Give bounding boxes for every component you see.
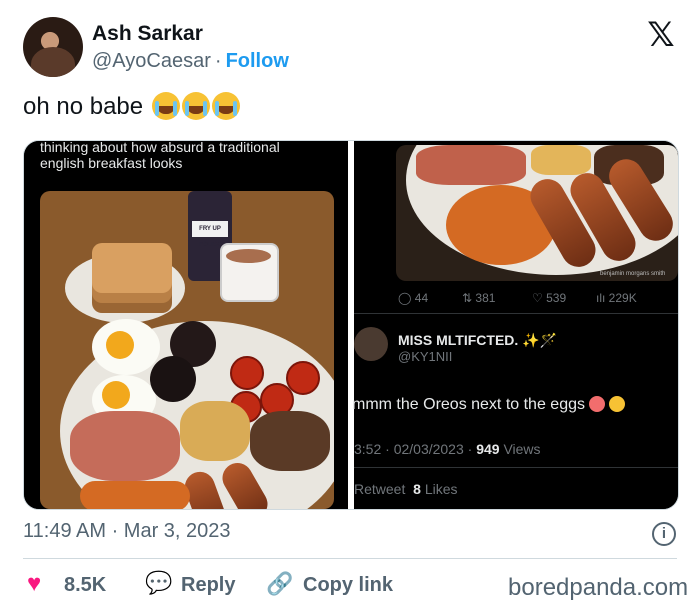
tweet-text-content: oh no babe [23, 93, 144, 120]
bacon [416, 145, 526, 185]
media-right-panel[interactable]: benjamin morgans smith ◯ 44 ⇅ 381 ♡ 539 … [352, 141, 678, 509]
media-left-panel[interactable]: thinking about how absurd a traditional … [24, 141, 348, 509]
retweet-stat[interactable]: ⇅ 381 [462, 291, 495, 305]
like-count[interactable]: 8.5K [64, 574, 106, 597]
breakfast-photo: benjamin morgans smith [396, 145, 678, 281]
reply-text: mmm the Oreos next to the eggs [352, 396, 625, 414]
reply-author-name-text: MISS MLTIFCTED. [398, 332, 519, 348]
like-stat[interactable]: ♡ 539 [532, 291, 566, 305]
reply-meta: 3:52 · 02/03/2023 · 949 Views [354, 441, 541, 457]
heart-eyes-icon [589, 396, 605, 412]
divider [354, 313, 678, 314]
breakfast-photo: FRY UP POLICE [40, 191, 334, 509]
watermark: boredpanda.com [508, 574, 689, 601]
left-caption-line1: thinking about how absurd a traditional [40, 140, 280, 155]
reply-time: 3:52 · 02/03/2023 · [354, 441, 473, 457]
heart-icon[interactable]: ♥ [27, 572, 51, 596]
like-count: 539 [546, 291, 567, 305]
retweet-count: 381 [475, 291, 496, 305]
reply-avatar[interactable] [354, 327, 388, 361]
link-icon[interactable]: 🔗 [266, 573, 293, 597]
hash-brown [531, 145, 591, 175]
egg-yolk [102, 381, 130, 409]
beans [80, 481, 190, 509]
toast-stack [92, 243, 172, 293]
tomato [286, 361, 320, 395]
tomato [230, 356, 264, 390]
reply-views-label: Views [503, 441, 541, 457]
likes-count: 8 [413, 481, 421, 497]
timestamp[interactable]: 11:49 AM · Mar 3, 2023 [23, 520, 231, 543]
retweet-label[interactable]: Retweet [354, 481, 405, 497]
loudly-crying-face-icon [211, 92, 240, 120]
left-caption-line2: english breakfast looks [40, 155, 183, 171]
author-handle-line: @AyoCaesar · Follow [92, 50, 289, 73]
author-name[interactable]: Ash Sarkar [92, 22, 203, 46]
reply-author-handle[interactable]: @KY1NII [398, 349, 452, 364]
tweet-text: oh no babe [23, 92, 240, 121]
egg-yolk [106, 331, 134, 359]
reply-button[interactable]: Reply [181, 574, 235, 597]
tea [226, 249, 271, 263]
yum-face-icon [609, 396, 625, 412]
copy-link-button[interactable]: Copy link [303, 574, 393, 597]
info-icon[interactable]: i [652, 522, 676, 546]
media-container[interactable]: thinking about how absurd a traditional … [23, 140, 679, 510]
bottle-label: FRY UP POLICE [192, 221, 228, 248]
reply-author-name[interactable]: MISS MLTIFCTED. ✨🪄 [398, 332, 557, 349]
loudly-crying-face-icon [181, 92, 210, 120]
reply-text-content: mmm the Oreos next to the eggs [352, 396, 585, 413]
reply-stat[interactable]: ◯ 44 [398, 291, 428, 305]
reply-icon[interactable]: 💬 [145, 572, 172, 594]
bacon [70, 411, 180, 481]
loudly-crying-face-icon [151, 92, 180, 120]
divider [23, 558, 677, 559]
avatar[interactable] [23, 17, 83, 77]
author-handle[interactable]: @AyoCaesar [92, 50, 211, 72]
follow-button[interactable]: Follow [226, 50, 289, 72]
reply-count: 44 [414, 291, 429, 305]
mushrooms [250, 411, 330, 471]
photo-credit: benjamin morgans smith [600, 271, 666, 277]
views-stat[interactable]: ılı 229K [596, 291, 637, 305]
sparkle-icon: ✨🪄 [522, 332, 558, 348]
views-count: 229K [608, 291, 637, 305]
likes-label[interactable]: Likes [425, 481, 458, 497]
separator: · [214, 50, 222, 72]
divider [354, 467, 678, 468]
black-pudding [150, 356, 196, 402]
x-logo-icon[interactable]: 𝕏 [644, 18, 678, 52]
reply-engagement: Retweet 8 Likes [354, 481, 458, 497]
reply-views-count: 949 [476, 441, 500, 457]
hash-brown [180, 401, 250, 461]
